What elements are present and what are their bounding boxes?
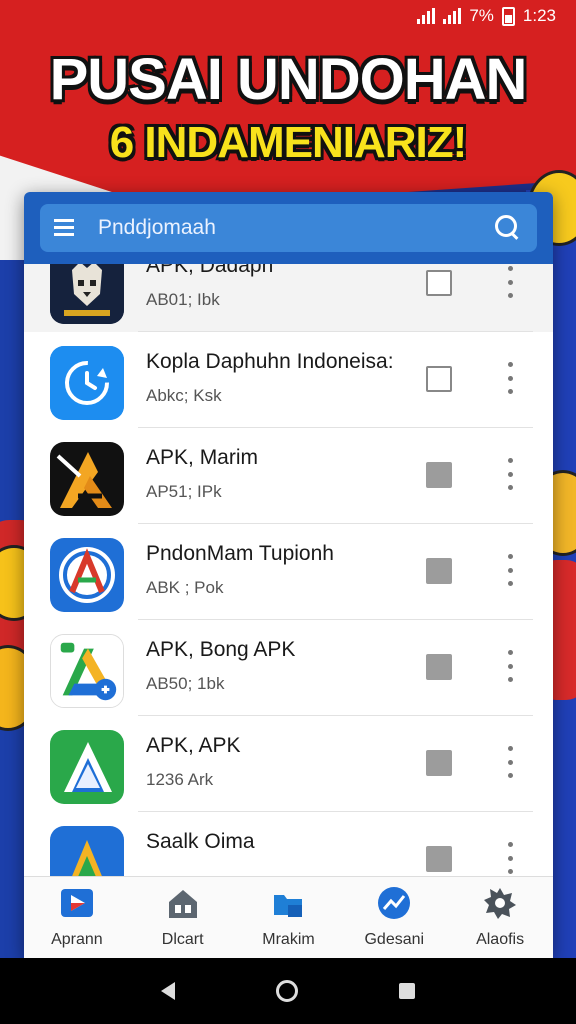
- battery-percent: 7%: [469, 6, 494, 25]
- headline-subtitle: 6 INDAMENIARIZ!: [109, 118, 468, 167]
- nav-item-gdesani[interactable]: Gdesani: [341, 877, 447, 958]
- nav-label: Aprann: [51, 931, 103, 948]
- search-bar[interactable]: Pnddjomaah: [40, 204, 537, 252]
- select-checkbox[interactable]: [426, 750, 452, 776]
- home-circle-icon[interactable]: [275, 980, 298, 1002]
- nav-label: Mrakim: [262, 931, 315, 948]
- app-icon-sync: [50, 346, 124, 420]
- nav-label: Gdesani: [364, 931, 425, 948]
- more-options-icon[interactable]: [502, 842, 518, 874]
- clock: 1:23: [522, 6, 556, 25]
- nav-item-aprann[interactable]: Aprann: [24, 877, 130, 958]
- more-options-icon[interactable]: [502, 650, 518, 682]
- nav-item-alaofis[interactable]: Alaofis: [447, 877, 553, 958]
- nav-label: Alaofis: [476, 931, 525, 948]
- more-options-icon[interactable]: [502, 458, 518, 490]
- app-icon-circle-a: [50, 538, 124, 612]
- app-list: APK, Dadaph AB01; Ibk Kopla Daphuhn Indo…: [24, 264, 553, 876]
- list-item[interactable]: Saalk Oima: [24, 812, 553, 876]
- select-checkbox[interactable]: [426, 654, 452, 680]
- list-item[interactable]: APK, Dadaph AB01; Ibk: [24, 264, 553, 332]
- app-window: Pnddjomaah APK, Dadaph AB01; Ibk Kopla D…: [24, 192, 553, 958]
- app-subtitle: ABK ; Pok: [146, 578, 224, 597]
- folder-icon: [274, 895, 303, 917]
- app-title: APK, Marim: [146, 446, 259, 469]
- app-icon-a-letter: [50, 442, 124, 516]
- app-subtitle: 1236 Ark: [146, 770, 214, 789]
- select-checkbox[interactable]: [426, 270, 452, 296]
- select-checkbox[interactable]: [426, 558, 452, 584]
- more-options-icon[interactable]: [502, 554, 518, 586]
- play-store-icon: [60, 889, 93, 917]
- app-subtitle: Abkc; Ksk: [146, 386, 222, 405]
- cell-signal-icon: [443, 8, 462, 24]
- app-bar: Pnddjomaah: [24, 192, 553, 264]
- app-title: Kopla Daphuhn Indoneisa:: [146, 350, 394, 373]
- list-item[interactable]: APK, APK 1236 Ark: [24, 716, 553, 812]
- bottom-navigation: Aprann Dlcart Mrakim Gdesani Alaofis: [24, 876, 553, 958]
- more-options-icon[interactable]: [502, 266, 518, 298]
- app-subtitle: AB01; Ibk: [146, 290, 220, 309]
- list-item[interactable]: PndonMam Tupionh ABK ; Pok: [24, 524, 553, 620]
- battery-icon: [501, 6, 515, 26]
- list-item[interactable]: Kopla Daphuhn Indoneisa: Abkc; Ksk: [24, 332, 553, 428]
- recents-icon[interactable]: [399, 983, 416, 999]
- nav-item-mrakim[interactable]: Mrakim: [236, 877, 342, 958]
- list-item[interactable]: APK, Bong APK AB50; 1bk: [24, 620, 553, 716]
- app-icon-drive-a: [50, 634, 124, 708]
- system-navigation-bar: [0, 958, 576, 1024]
- status-bar: 7% 1:23: [0, 0, 576, 32]
- list-item[interactable]: APK, Marim AP51; IPk: [24, 428, 553, 524]
- menu-icon[interactable]: [54, 219, 76, 237]
- trending-icon: [378, 887, 411, 919]
- nav-item-dlcart[interactable]: Dlcart: [130, 877, 236, 958]
- more-options-icon[interactable]: [502, 746, 518, 778]
- app-icon-green-a: [50, 730, 124, 804]
- nav-label: Dlcart: [161, 931, 204, 948]
- search-input[interactable]: Pnddjomaah: [98, 216, 493, 240]
- app-subtitle: AP51; IPk: [146, 482, 222, 501]
- app-title: APK, Bong APK: [146, 638, 296, 661]
- headline-title: PUSAI UNDOHAN: [49, 47, 528, 112]
- wifi-signal-icon: [417, 8, 436, 24]
- app-title: APK, APK: [146, 734, 241, 757]
- app-title: PndonMam Tupionh: [146, 542, 334, 565]
- more-options-icon[interactable]: [502, 362, 518, 394]
- select-checkbox[interactable]: [426, 462, 452, 488]
- app-title: APK, Dadaph: [146, 264, 274, 277]
- app-subtitle: AB50; 1bk: [146, 674, 225, 693]
- back-icon[interactable]: [160, 982, 175, 1000]
- select-checkbox[interactable]: [426, 846, 452, 872]
- search-icon[interactable]: [493, 213, 523, 243]
- app-title: Saalk Oima: [146, 830, 255, 853]
- gear-icon: [484, 888, 517, 919]
- select-checkbox[interactable]: [426, 366, 452, 392]
- home-icon: [168, 890, 197, 918]
- app-icon-drive: [50, 826, 124, 876]
- app-icon-dog: [50, 264, 124, 324]
